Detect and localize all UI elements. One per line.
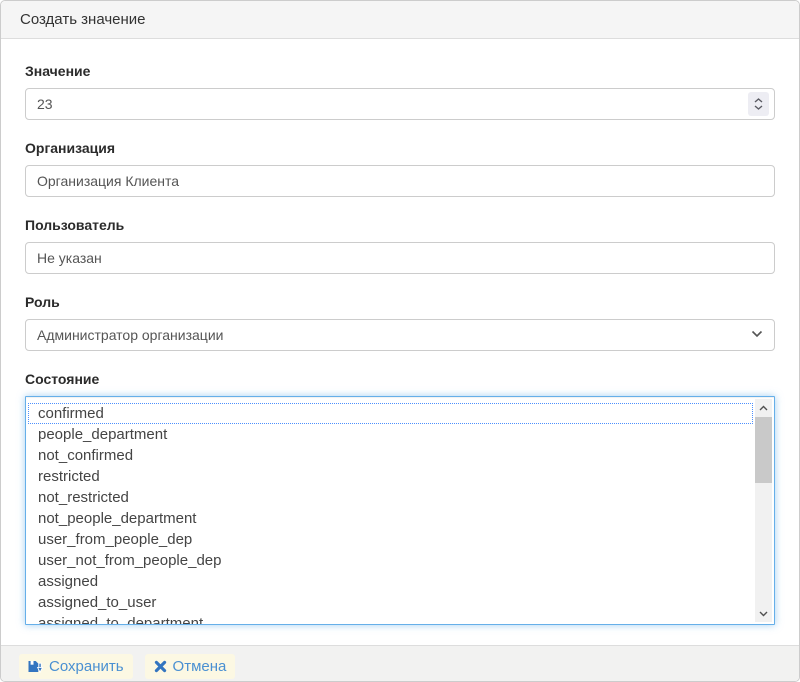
field-group-organization: Организация: [25, 140, 775, 197]
save-button-label: Сохранить: [49, 657, 124, 676]
listbox-option[interactable]: user_from_people_dep: [28, 529, 753, 550]
listbox-option[interactable]: restricted: [28, 466, 753, 487]
listbox-option[interactable]: not_people_department: [28, 508, 753, 529]
listbox-option[interactable]: people_department: [28, 424, 753, 445]
user-input[interactable]: [25, 242, 775, 274]
listbox-option[interactable]: user_not_from_people_dep: [28, 550, 753, 571]
field-group-user: Пользователь: [25, 217, 775, 274]
scrollbar-down-button[interactable]: [755, 605, 772, 622]
value-input[interactable]: [25, 88, 775, 120]
number-stepper[interactable]: [748, 92, 769, 116]
panel-footer: Сохранить Отмена: [1, 645, 799, 682]
scrollbar-thumb[interactable]: [755, 417, 772, 483]
panel-title: Создать значение: [1, 1, 799, 39]
field-group-value: Значение: [25, 63, 775, 120]
stepper-up-icon[interactable]: [754, 98, 763, 103]
save-button[interactable]: Сохранить: [19, 654, 133, 679]
x-icon: [154, 660, 167, 673]
state-options: confirmed people_department not_confirme…: [28, 403, 753, 624]
cancel-button-label: Отмена: [173, 657, 227, 676]
listbox-option-clipped[interactable]: assigned_to_department: [28, 613, 753, 624]
user-label: Пользователь: [25, 217, 775, 233]
listbox-option[interactable]: not_confirmed: [28, 445, 753, 466]
role-select[interactable]: Администратор организации: [25, 319, 775, 351]
chevron-up-icon: [759, 405, 768, 411]
field-group-state: Состояние confirmed people_department no…: [25, 371, 775, 625]
organization-label: Организация: [25, 140, 775, 156]
value-label: Значение: [25, 63, 775, 79]
floppy-save-icon: [28, 660, 43, 673]
listbox-option[interactable]: not_restricted: [28, 487, 753, 508]
listbox-option-confirmed[interactable]: confirmed: [28, 403, 753, 424]
state-listbox[interactable]: confirmed people_department not_confirme…: [25, 396, 775, 625]
form-body: Значение Организация Пользователь: [1, 39, 799, 645]
listbox-option[interactable]: assigned: [28, 571, 753, 592]
chevron-down-icon: [759, 611, 768, 617]
stepper-down-icon[interactable]: [754, 105, 763, 110]
role-label: Роль: [25, 294, 775, 310]
listbox-option[interactable]: assigned_to_user: [28, 592, 753, 613]
scrollbar-up-button[interactable]: [755, 399, 772, 416]
listbox-scrollbar[interactable]: [755, 399, 772, 622]
state-label: Состояние: [25, 371, 775, 387]
organization-input[interactable]: [25, 165, 775, 197]
cancel-button[interactable]: Отмена: [145, 654, 236, 679]
field-group-role: Роль Администратор организации: [25, 294, 775, 351]
create-value-panel: Создать значение Значение Организация: [0, 0, 800, 682]
